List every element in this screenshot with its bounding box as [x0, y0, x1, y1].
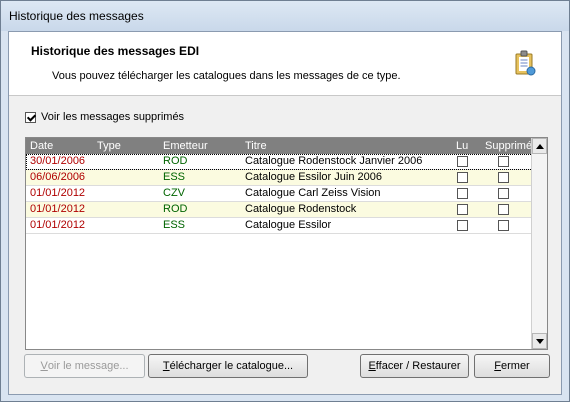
table-row[interactable]: 06/06/2006 ESS Catalogue Essilor Juin 2006: [26, 170, 533, 186]
row-date: 01/01/2012: [30, 187, 86, 199]
row-titre: Catalogue Essilor Juin 2006: [245, 171, 382, 183]
scroll-up-icon[interactable]: [532, 138, 547, 154]
download-catalogue-button[interactable]: Télécharger le catalogue...: [148, 354, 308, 378]
row-emetteur: ESS: [163, 219, 186, 231]
table-row[interactable]: 30/01/2006 ROD Catalogue Rodenstock Janvie…: [26, 154, 533, 170]
close-button[interactable]: Fermer: [474, 354, 550, 378]
column-header-emetteur[interactable]: Emetteur: [163, 140, 208, 152]
row-titre: Catalogue Carl Zeiss Vision: [245, 187, 381, 199]
read-checkbox[interactable]: [457, 220, 468, 231]
show-deleted-label: Voir les messages supprimés: [41, 111, 185, 123]
column-header-type[interactable]: Type: [97, 140, 121, 152]
scroll-down-icon[interactable]: [532, 333, 547, 349]
view-message-button[interactable]: Voir le message...: [24, 354, 145, 378]
dialog-window: Historique des messages Historique des m…: [0, 0, 570, 402]
delete-restore-button[interactable]: Effacer / Restaurer: [360, 354, 469, 378]
row-date: 06/06/2006: [30, 171, 86, 183]
read-checkbox[interactable]: [457, 204, 468, 215]
window-title: Historique des messages: [9, 9, 144, 23]
column-header-titre[interactable]: Titre: [245, 140, 267, 152]
read-checkbox[interactable]: [457, 172, 468, 183]
dialog-body: Historique des messages EDI Vous pouvez …: [8, 31, 562, 395]
row-titre: Catalogue Essilor: [245, 219, 332, 231]
messages-grid: Date Type Emetteur Titre Lu Supprimé 30/…: [25, 137, 548, 350]
deleted-checkbox[interactable]: [498, 188, 509, 199]
title-bar[interactable]: Historique des messages: [1, 1, 569, 31]
header-title: Historique des messages EDI: [31, 44, 200, 58]
deleted-checkbox[interactable]: [498, 220, 509, 231]
grid-rows: 30/01/2006 ROD Catalogue Rodenstock Janvie…: [26, 154, 533, 234]
row-emetteur: ESS: [163, 171, 186, 183]
table-row[interactable]: 01/01/2012 ESS Catalogue Essilor: [26, 218, 533, 234]
column-header-date[interactable]: Date: [30, 140, 53, 152]
read-checkbox[interactable]: [457, 188, 468, 199]
column-header-supprime[interactable]: Supprimé: [485, 140, 532, 152]
deleted-checkbox[interactable]: [498, 156, 509, 167]
header-subtitle: Vous pouvez télécharger les catalogues d…: [52, 70, 401, 82]
vertical-scrollbar[interactable]: [531, 138, 547, 349]
deleted-checkbox[interactable]: [498, 172, 509, 183]
table-row[interactable]: 01/01/2012 CZV Catalogue Carl Zeiss Vision: [26, 186, 533, 202]
row-date: 01/01/2012: [30, 203, 86, 215]
read-checkbox[interactable]: [457, 156, 468, 167]
row-emetteur: CZV: [163, 187, 185, 199]
show-deleted-checkbox[interactable]: [25, 111, 36, 123]
column-header-lu[interactable]: Lu: [456, 140, 468, 152]
header-panel: Historique des messages EDI Vous pouvez …: [9, 32, 561, 96]
row-date: 30/01/2006: [30, 155, 86, 167]
row-date: 01/01/2012: [30, 219, 86, 231]
table-row[interactable]: 01/01/2012 ROD Catalogue Rodenstock: [26, 202, 533, 218]
clipboard-icon: [515, 50, 536, 76]
show-deleted-row[interactable]: Voir les messages supprimés: [25, 111, 184, 123]
grid-header: Date Type Emetteur Titre Lu Supprimé: [26, 138, 533, 154]
row-emetteur: ROD: [163, 203, 188, 215]
deleted-checkbox[interactable]: [498, 204, 509, 215]
row-titre: Catalogue Rodenstock Janvier 2006: [245, 155, 423, 167]
row-titre: Catalogue Rodenstock: [245, 203, 357, 215]
row-emetteur: ROD: [163, 155, 188, 167]
